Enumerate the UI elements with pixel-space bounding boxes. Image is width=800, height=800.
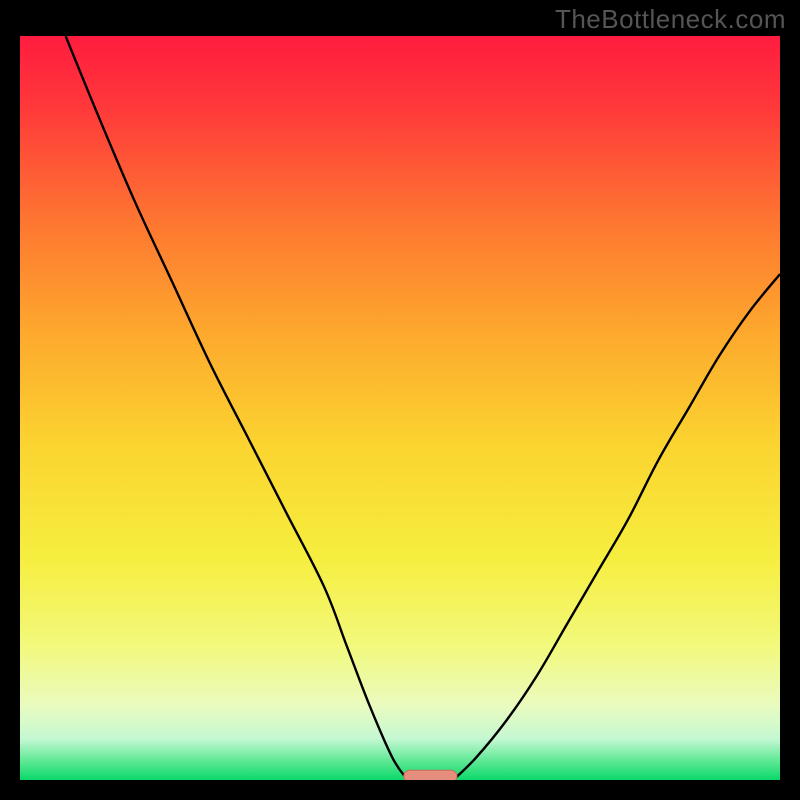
bottleneck-curve-chart: [20, 36, 780, 780]
watermark-text: TheBottleneck.com: [555, 4, 786, 35]
plot-area: [20, 36, 780, 780]
gradient-background: [20, 36, 780, 780]
chart-frame: TheBottleneck.com: [0, 0, 800, 800]
optimal-marker: [404, 770, 457, 780]
